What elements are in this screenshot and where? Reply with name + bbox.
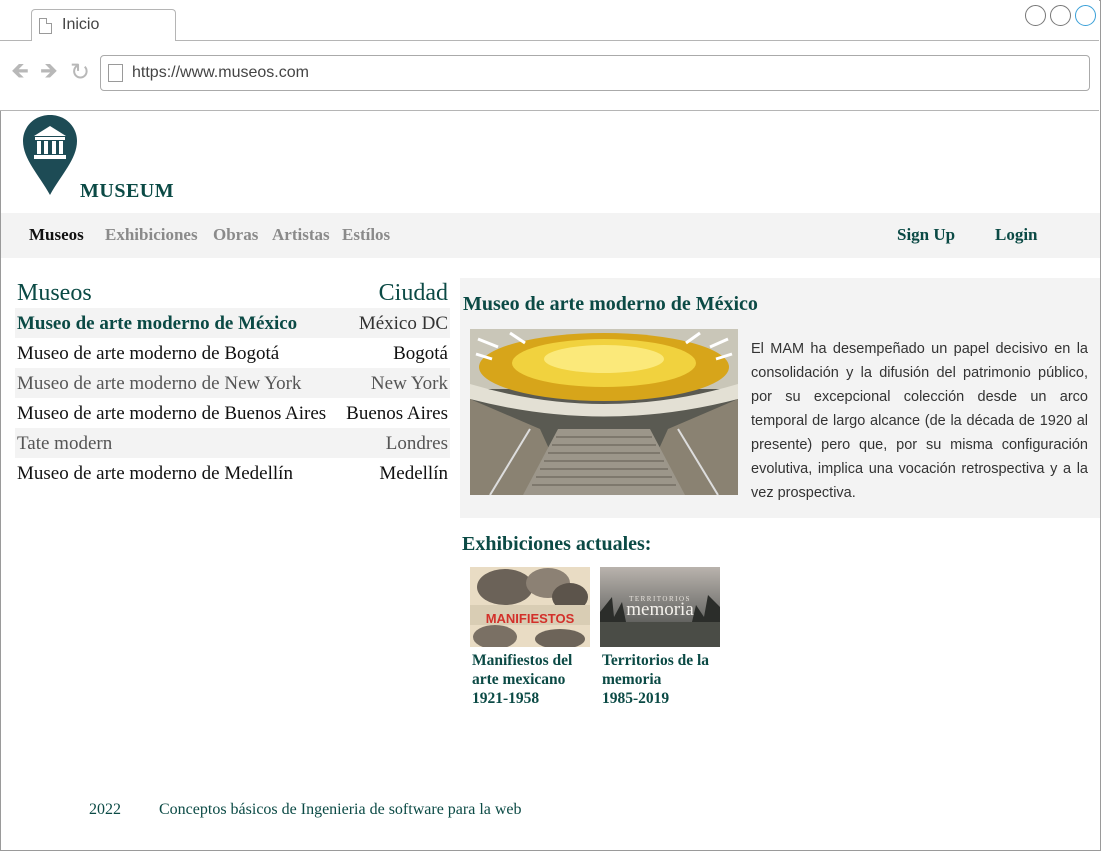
exhibition-poster-image: MANIFIESTOS	[470, 567, 590, 647]
museum-name: Museo de arte moderno de México	[17, 313, 298, 334]
main-nav: Museos Exhibiciones Obras Artistas Estíl…	[1, 213, 1100, 258]
exhibition-years: 1921-1958	[472, 690, 540, 707]
nav-item-estilos[interactable]: Estílos	[342, 225, 390, 245]
column-header-ciudad: Ciudad	[378, 280, 448, 306]
footer-text: Conceptos básicos de Ingenieria de softw…	[159, 801, 522, 818]
museum-table-header: Museos Ciudad	[17, 280, 448, 308]
museum-name: Museo de arte moderno de New York	[17, 373, 302, 394]
table-row[interactable]: Museo de arte moderno de Buenos Aires Bu…	[15, 398, 450, 428]
back-arrow-icon[interactable]: 🡸	[11, 61, 29, 83]
table-row[interactable]: Museo de arte moderno de México México D…	[15, 308, 450, 338]
museum-city: New York	[370, 373, 448, 394]
detail-description: El MAM ha desempeñado un papel decisivo …	[751, 341, 1088, 501]
museum-name: Tate modern	[17, 433, 113, 454]
poster-title: memoria	[626, 599, 694, 620]
page-icon	[39, 18, 52, 34]
exhibition-card[interactable]: TERRITORIOS memoria Territorios de la me…	[600, 567, 720, 708]
exhibition-title-line: arte mexicano	[472, 671, 566, 688]
table-row[interactable]: Tate modern Londres	[15, 428, 450, 458]
museum-city: México DC	[358, 313, 448, 334]
tab-label: Inicio	[62, 16, 100, 33]
detail-title: Museo de arte moderno de México	[463, 293, 758, 315]
museum-city: Londres	[385, 433, 448, 454]
close-button[interactable]	[1075, 5, 1096, 26]
exhibition-poster-image: TERRITORIOS memoria	[600, 567, 720, 647]
sign-up-link[interactable]: Sign Up	[897, 225, 955, 245]
tab-bar: Inicio	[0, 0, 1099, 41]
nav-item-exhibiciones[interactable]: Exhibiciones	[105, 225, 198, 245]
table-row[interactable]: Museo de arte moderno de Medellín Medell…	[15, 458, 450, 488]
minimize-button[interactable]	[1025, 5, 1046, 26]
exhibition-card[interactable]: MANIFIESTOS Manifiestos del arte mexican…	[470, 567, 590, 708]
maximize-button[interactable]	[1050, 5, 1071, 26]
museum-city: Buenos Aires	[346, 403, 448, 424]
nav-item-museos[interactable]: Museos	[29, 225, 84, 245]
exhibition-years: 1985-2019	[602, 690, 670, 707]
nav-item-artistas[interactable]: Artistas	[272, 225, 330, 245]
exhibition-title-line: Manifiestos del	[472, 652, 573, 669]
exhibition-title-line: Territorios de la	[602, 652, 710, 669]
exhibition-label: Territorios de la memoria 1985-2019	[602, 651, 720, 708]
forward-arrow-icon[interactable]: 🡺	[40, 61, 58, 83]
address-input[interactable]: https://www.museos.com	[100, 55, 1090, 91]
poster-title: MANIFIESTOS	[486, 611, 575, 626]
museum-name: Museo de arte moderno de Bogotá	[17, 343, 280, 364]
reload-icon[interactable]: ↻	[70, 60, 90, 84]
address-bar-row: 🡸 🡺 ↻ https://www.museos.com	[0, 41, 1099, 111]
browser-tab[interactable]: Inicio	[31, 9, 176, 41]
table-row[interactable]: Museo de arte moderno de Bogotá Bogotá	[15, 338, 450, 368]
table-row[interactable]: Museo de arte moderno de New York New Yo…	[15, 368, 450, 398]
column-header-museos: Museos	[17, 280, 92, 306]
url-text: https://www.museos.com	[132, 64, 309, 81]
exhibitions-title: Exhibiciones actuales:	[462, 533, 652, 555]
footer-year: 2022	[89, 801, 121, 818]
page-icon	[108, 64, 123, 82]
museum-name: Museo de arte moderno de Buenos Aires	[17, 403, 327, 424]
nav-item-obras[interactable]: Obras	[213, 225, 258, 245]
exhibition-label: Manifiestos del arte mexicano 1921-1958	[472, 651, 590, 708]
login-link[interactable]: Login	[995, 225, 1038, 245]
museum-pin-icon[interactable]	[21, 113, 79, 197]
museum-city: Bogotá	[393, 343, 448, 364]
museum-name: Museo de arte moderno de Medellín	[17, 463, 293, 484]
museum-interior-image	[470, 329, 738, 495]
museum-detail-panel: Museo de arte moderno de México El MAM h…	[460, 278, 1100, 518]
museum-city: Medellín	[379, 463, 448, 484]
exhibition-title-line: memoria	[602, 671, 662, 688]
brand-name[interactable]: MUSEUM	[80, 180, 174, 203]
